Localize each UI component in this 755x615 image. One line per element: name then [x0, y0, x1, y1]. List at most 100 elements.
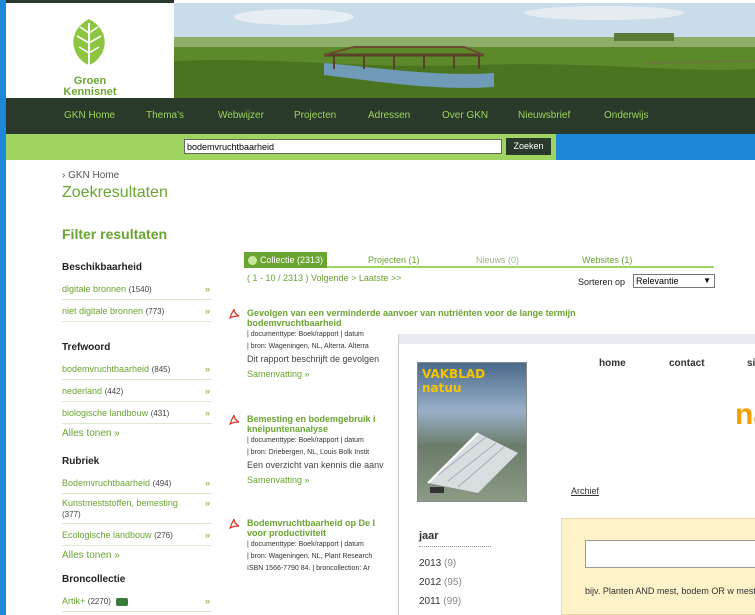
result-tabs: Collectie (2313) Projecten (1) Nieuws (0…: [244, 252, 714, 268]
search-button[interactable]: Zoeken: [506, 138, 551, 155]
leaf-icon: [73, 19, 105, 73]
chevron-right-icon: »: [204, 284, 210, 294]
filter-keyword: Trefwoord bodemvruchtbaarheid (845) » ne…: [62, 342, 212, 439]
year-count: (99): [443, 596, 462, 607]
result-title[interactable]: Bemesting en bodemgebruik i knelpuntenan…: [247, 414, 397, 434]
search-input[interactable]: [184, 139, 502, 154]
tab-collectie[interactable]: Collectie (2313): [244, 252, 328, 268]
nav-item-over-gkn[interactable]: Over GKN: [442, 110, 488, 121]
nav-item-webwijzer[interactable]: Webwijzer: [218, 110, 264, 121]
filter-item-label: nederland: [62, 386, 103, 396]
sort-select[interactable]: Relevantie ▼: [633, 274, 715, 288]
year-heading: jaar: [419, 530, 439, 542]
breadcrumb[interactable]: › GKN Home: [62, 170, 119, 181]
year-link[interactable]: 2011 (99): [419, 596, 461, 607]
filter-item-label: biologische landbouw: [62, 408, 149, 418]
search-bar-right: [556, 134, 755, 160]
filter-title: Filter resultaten: [62, 226, 168, 242]
filter-item[interactable]: biologische landbouw (431) »: [62, 402, 212, 424]
filter-item-label: Kunstmeststoffen, bemesting: [62, 498, 178, 508]
year-count: (95): [444, 577, 462, 588]
filter-item-count: (2270): [87, 597, 111, 606]
filter-item-count: (773): [145, 307, 165, 316]
filter-heading: Broncollectie: [62, 574, 126, 585]
filter-heading: Beschikbaarheid: [62, 262, 143, 273]
filter-heading: Rubriek: [62, 456, 100, 467]
chevron-right-icon: »: [204, 498, 210, 508]
search-bar: Zoeken: [6, 134, 755, 160]
year-label: 2011: [419, 596, 441, 607]
result-title[interactable]: Bodemvruchtbaarheid op De I voor product…: [247, 518, 397, 538]
nav-item-projecten[interactable]: Projecten: [294, 110, 336, 121]
landscape-illustration: [174, 3, 755, 98]
filter-item-label: Bodemvruchtbaarheid: [62, 478, 151, 488]
overlay-search-input[interactable]: [585, 540, 755, 568]
vehicle-icon: [116, 597, 129, 606]
filter-item-count: (431): [150, 409, 170, 418]
result-title[interactable]: Gevolgen van een verminderde aanvoer van…: [247, 308, 648, 328]
logo-line2: Kennisnet: [63, 86, 117, 98]
divider: [419, 546, 491, 547]
filter-availability: Beschikbaarheid digitale bronnen (1540) …: [62, 262, 212, 322]
tab-label: Collectie (2313): [260, 255, 324, 265]
collection-icon: [248, 256, 257, 266]
pdf-icon: [228, 414, 240, 426]
chevron-right-icon: »: [204, 386, 210, 396]
show-all-link[interactable]: Alles tonen »: [62, 428, 212, 439]
nav-item-home[interactable]: GKN Home: [64, 110, 115, 121]
nav-item-onderwijs[interactable]: Onderwijs: [604, 110, 648, 121]
nav-item-nieuwsbrief[interactable]: Nieuwsbrief: [518, 110, 570, 121]
filter-item[interactable]: Kunstmeststoffen, bemesting (377) »: [62, 494, 212, 524]
filter-item-count: (377): [62, 510, 81, 519]
filter-item-count: (276): [154, 531, 173, 540]
nav-item-themas[interactable]: Thema's: [146, 110, 184, 121]
filter-item[interactable]: Artik+ (2270) »: [62, 590, 212, 612]
sort-label: Sorteren op: [578, 277, 626, 287]
header: Groen Kennisnet: [6, 0, 755, 98]
year-link[interactable]: 2012 (95): [419, 577, 462, 588]
pagination[interactable]: ( 1 - 10 / 2313 ) Volgende > Laatste >>: [247, 273, 401, 283]
banner-image: [174, 3, 755, 98]
year-count: (9): [444, 558, 457, 569]
logo[interactable]: Groen Kennisnet: [6, 0, 174, 98]
tab-websites[interactable]: Websites (1): [582, 252, 632, 268]
filter-collection: Broncollectie Artik+ (2270) »: [62, 574, 212, 612]
greenhouse-illustration: [427, 432, 518, 493]
overlay-nav-si[interactable]: si: [747, 358, 755, 369]
tab-nieuws[interactable]: Nieuws (0): [476, 252, 519, 268]
chevron-right-icon: »: [204, 364, 210, 374]
year-label: 2012: [419, 577, 442, 588]
chevron-right-icon: »: [204, 408, 210, 418]
overlay-toolbar: [399, 334, 755, 344]
filter-item-label: bodemvruchtbaarheid: [62, 364, 150, 374]
main-nav: GKN Home Thema's Webwijzer Projecten Adr…: [6, 98, 755, 134]
page-title: Zoekresultaten: [62, 184, 168, 201]
filter-item[interactable]: Bodemvruchtbaarheid (494) »: [62, 472, 212, 494]
year-label: 2013: [419, 558, 442, 569]
filter-item-label: Ecologische landbouw: [62, 530, 152, 540]
chevron-right-icon: »: [204, 596, 210, 606]
filter-item[interactable]: bodemvruchtbaarheid (845) »: [62, 358, 212, 380]
dropdown-arrow-icon: ▼: [703, 276, 711, 285]
filter-item-count: (1540): [128, 285, 152, 294]
filter-item[interactable]: niet digitale bronnen (773) »: [62, 300, 212, 322]
magazine-cover[interactable]: VAKBLAD natuu: [417, 362, 527, 502]
archief-link[interactable]: Archief: [571, 486, 599, 496]
year-link[interactable]: 2013 (9): [419, 558, 456, 569]
nav-item-adressen[interactable]: Adressen: [368, 110, 410, 121]
filter-item[interactable]: Ecologische landbouw (276) »: [62, 524, 212, 546]
overlay-nav-contact[interactable]: contact: [669, 358, 705, 369]
sort-value: Relevantie: [636, 276, 679, 286]
filter-item-label: niet digitale bronnen: [62, 306, 144, 316]
show-all-link[interactable]: Alles tonen »: [62, 550, 212, 561]
pdf-icon: [228, 308, 240, 320]
overlay-logo-text: na: [735, 398, 755, 431]
filter-item-count: (442): [104, 387, 124, 396]
tab-projecten[interactable]: Projecten (1): [368, 252, 420, 268]
chevron-right-icon: »: [204, 306, 210, 316]
chevron-right-icon: »: [204, 478, 210, 488]
filter-item-count: (845): [151, 365, 171, 374]
filter-item[interactable]: digitale bronnen (1540) »: [62, 278, 212, 300]
overlay-nav-home[interactable]: home: [599, 358, 626, 369]
filter-item[interactable]: nederland (442) »: [62, 380, 212, 402]
